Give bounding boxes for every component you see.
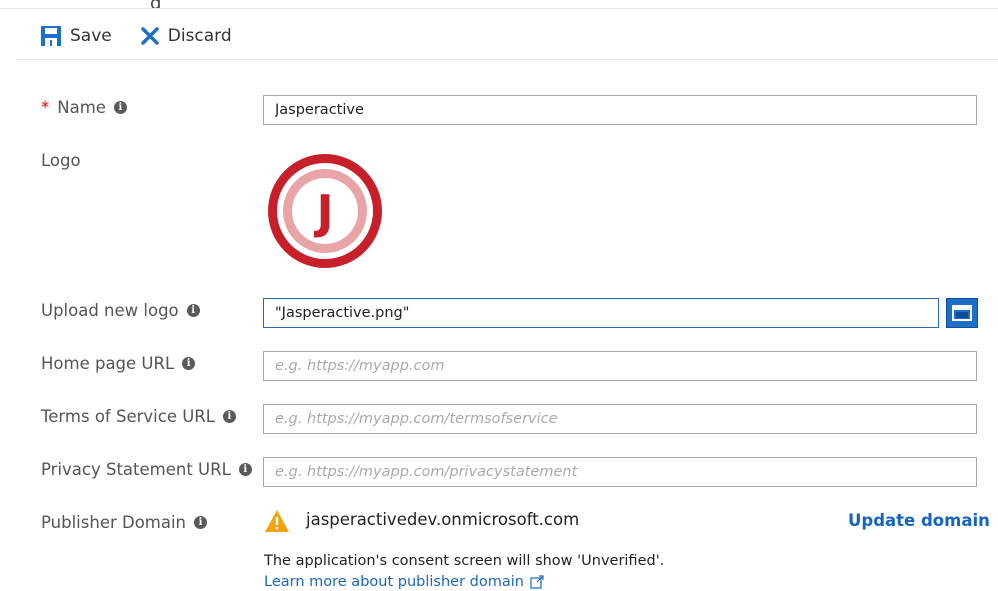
info-icon[interactable]: i [186, 304, 200, 317]
logo-label-row: Logo [41, 151, 81, 170]
publisher-domain-label: Publisher Domain [41, 513, 187, 532]
upload-logo-input[interactable] [263, 298, 939, 328]
publisher-domain-value: jasperactivedev.onmicrosoft.com [306, 510, 580, 529]
name-label-row: * Name i [41, 98, 127, 117]
save-button[interactable]: Save [40, 25, 112, 47]
learn-more-link[interactable]: Learn more about publisher domain [264, 574, 544, 590]
info-icon[interactable]: i [238, 463, 252, 476]
save-label: Save [70, 26, 112, 46]
logo-letter: J [313, 185, 333, 239]
discard-button[interactable]: Discard [140, 26, 232, 46]
folder-icon [952, 305, 972, 321]
info-icon[interactable]: i [194, 516, 208, 529]
privacy-url-input[interactable] [263, 457, 977, 487]
upload-logo-label-row: Upload new logo i [41, 301, 200, 320]
discard-label: Discard [167, 26, 232, 46]
info-icon[interactable]: i [113, 101, 127, 114]
terms-label: Terms of Service URL [41, 407, 215, 426]
top-divider [0, 8, 998, 9]
warning-icon [265, 510, 289, 532]
external-link-icon [530, 575, 544, 589]
privacy-label: Privacy Statement URL [41, 460, 231, 479]
page-title-partial: g [150, 0, 161, 8]
save-icon [41, 26, 61, 46]
privacy-label-row: Privacy Statement URL i [41, 460, 252, 479]
logo-label: Logo [41, 151, 81, 170]
consent-note: The application's consent screen will sh… [264, 553, 665, 569]
info-icon[interactable]: i [182, 357, 196, 370]
toolbar: Save Discard [40, 22, 260, 50]
learn-more-label: Learn more about publisher domain [264, 574, 524, 590]
home-page-label-row: Home page URL i [41, 354, 196, 373]
publisher-domain-label-row: Publisher Domain i [41, 513, 208, 532]
home-page-label: Home page URL [41, 354, 175, 373]
info-icon[interactable]: i [222, 410, 236, 423]
home-page-url-input[interactable] [263, 351, 977, 381]
close-icon [140, 27, 159, 45]
required-marker: * [41, 98, 50, 117]
app-logo-image: J [268, 154, 382, 268]
terms-label-row: Terms of Service URL i [41, 407, 236, 426]
name-input[interactable] [263, 95, 977, 125]
terms-url-input[interactable] [263, 404, 977, 434]
upload-logo-label: Upload new logo [41, 301, 179, 320]
update-domain-link[interactable]: Update domain [848, 511, 990, 530]
name-label: Name [57, 98, 106, 117]
browse-file-button[interactable] [946, 298, 978, 328]
toolbar-divider [16, 59, 998, 60]
